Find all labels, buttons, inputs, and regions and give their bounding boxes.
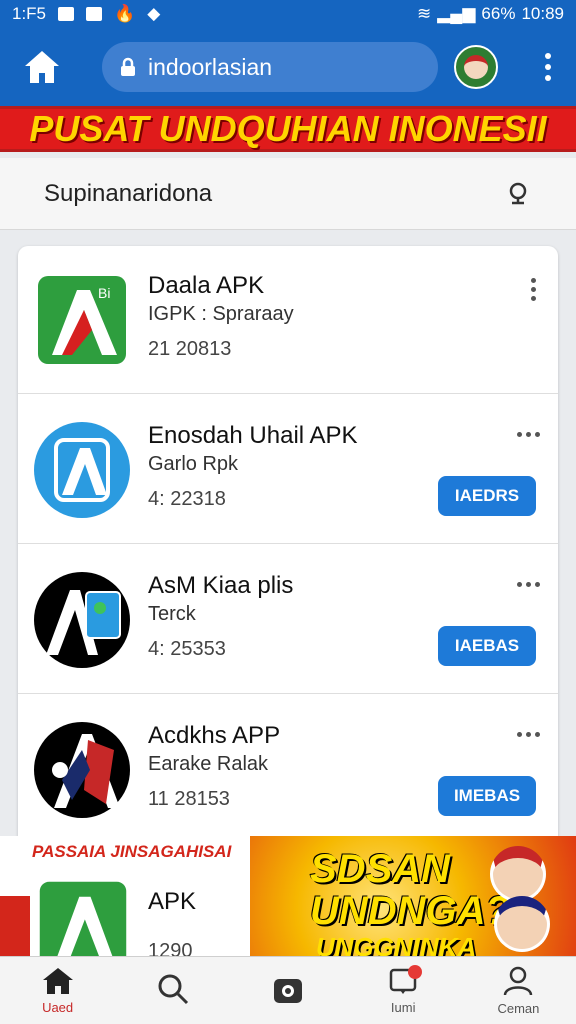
more-options-button[interactable] <box>517 432 540 437</box>
home-icon <box>25 51 59 83</box>
avatar[interactable] <box>454 45 498 89</box>
list-item[interactable]: Acdkhs APP Earake Ralak 11 28153 IMEBAS <box>18 696 558 844</box>
search-input[interactable]: Supinanaridona <box>44 180 212 208</box>
ad-headline-line2: UNDNGA? <box>310 889 510 933</box>
app-count: 21 20813 <box>148 338 232 360</box>
ad-person-man <box>494 896 550 952</box>
signal-icon: ▂▄▆ <box>437 4 476 23</box>
nav-profile[interactable]: Ceman <box>461 957 576 1024</box>
app-icon-daala: Bi <box>38 276 126 364</box>
status-bar: 1:F5 🔥 ◆ ≋ ▂▄▆ 66% 10:89 <box>0 0 576 28</box>
ad-apk-icon <box>39 881 127 956</box>
app-name: Enosdah Uhail APK <box>148 422 358 449</box>
nav-home-label: Uaed <box>42 1000 74 1015</box>
search-icon[interactable] <box>506 181 532 207</box>
message-icon <box>86 7 103 21</box>
nav-home[interactable]: Uaed <box>0 957 115 1024</box>
search-bar[interactable]: Supinanaridona <box>0 158 576 230</box>
ad-title: PASSAIA JINSAGAHISAI <box>32 842 232 861</box>
nav-notifications-label: Iumi <box>390 1000 416 1015</box>
battery-text: 66% <box>481 4 516 23</box>
download-button[interactable]: IAEDRS <box>438 476 536 516</box>
app-count: 11 28153 <box>148 788 230 810</box>
app-icon-enosdah <box>34 422 130 518</box>
ad-apk-count: 1290 <box>148 940 193 956</box>
lock-icon <box>121 57 135 76</box>
wifi-small-icon: ◆ <box>147 4 161 23</box>
app-name: Acdkhs APP <box>148 722 281 749</box>
download-button[interactable]: IAEBAS <box>438 626 536 666</box>
app-count: 4: 22318 <box>148 488 226 510</box>
ad-apk-name: APK <box>148 888 197 915</box>
more-options-button[interactable] <box>517 732 540 737</box>
app-name: Daala APK <box>148 272 265 299</box>
photo-icon <box>58 7 75 21</box>
wifi-icon: ≋ <box>416 4 432 23</box>
status-time-left: 1:F5 <box>12 4 47 23</box>
fire-icon: 🔥 <box>114 4 136 23</box>
app-developer: Garlo Rpk <box>148 453 239 475</box>
more-options-button[interactable] <box>517 582 540 587</box>
url-bar[interactable]: indoorlasian <box>102 42 438 92</box>
hero-banner: PUSAT UNDQUHIAN INONESII <box>0 106 576 152</box>
app-developer: Terck <box>148 603 196 625</box>
ad-headline-line3: UNGGNINKA <box>316 932 477 956</box>
search-icon <box>158 974 188 1004</box>
clock: 10:89 <box>521 4 564 23</box>
profile-icon <box>504 966 533 996</box>
list-item[interactable]: AsM Kiaa plis Terck 4: 25353 IAEBAS <box>18 546 558 694</box>
home-button[interactable] <box>18 43 66 91</box>
app-icon-asm <box>34 572 130 668</box>
svg-text:Bi: Bi <box>98 285 110 301</box>
camera-icon <box>274 978 302 1003</box>
home-icon <box>42 968 73 994</box>
browser-toolbar: indoorlasian <box>0 28 576 106</box>
overflow-menu-button[interactable] <box>538 53 558 81</box>
ad-red-strip <box>0 896 30 956</box>
app-icon-acdkhs <box>34 722 130 818</box>
app-count: 4: 25353 <box>148 638 226 660</box>
list-item[interactable]: Bi Daala APK IGPK : Spraraay 21 20813 <box>18 246 558 394</box>
notification-badge <box>407 965 422 979</box>
nav-notifications[interactable]: Iumi <box>346 957 461 1024</box>
nav-profile-label: Ceman <box>497 1001 540 1016</box>
app-developer: Earake Ralak <box>148 753 269 775</box>
ad-banner[interactable]: PASSAIA JINSAGAHISAI APK 1290 SDSAN UNDN… <box>0 836 576 956</box>
avatar-face <box>464 55 488 79</box>
ad-headline: SDSAN UNDNGA? <box>310 848 510 932</box>
list-item[interactable]: Enosdah Uhail APK Garlo Rpk 4: 22318 IAE… <box>18 396 558 544</box>
more-options-button[interactable] <box>531 278 536 301</box>
banner-title: PUSAT UNDQUHIAN INONESII <box>29 108 547 149</box>
app-list: Bi Daala APK IGPK : Spraraay 21 20813 En… <box>18 246 558 846</box>
nav-camera[interactable] <box>230 957 345 1024</box>
url-text: indoorlasian <box>148 53 273 80</box>
app-name: AsM Kiaa plis <box>148 572 294 599</box>
download-button[interactable]: IMEBAS <box>438 776 536 816</box>
nav-search[interactable] <box>115 957 230 1024</box>
bottom-navigation: Uaed Iumi Ceman <box>0 956 576 1024</box>
app-developer: IGPK : Spraraay <box>148 303 294 325</box>
ad-person-woman <box>490 846 546 902</box>
ad-headline-line1: SDSAN <box>310 847 451 891</box>
